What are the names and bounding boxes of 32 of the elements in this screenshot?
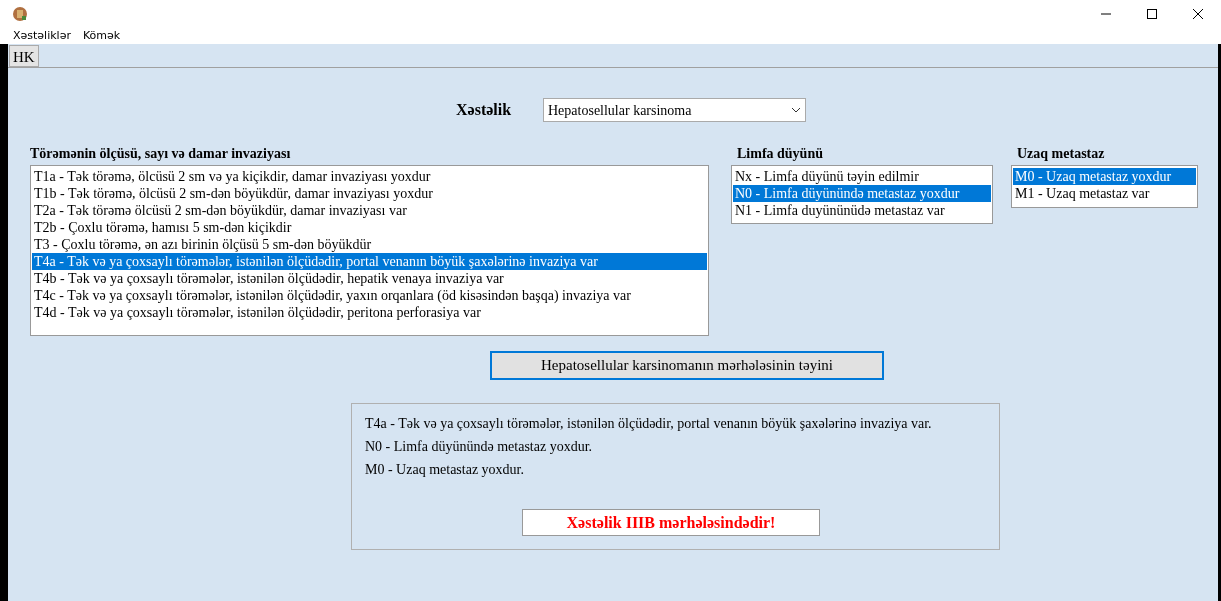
- disease-dropdown[interactable]: Hepatosellular karsinoma: [543, 98, 806, 122]
- result-line: M0 - Uzaq metastaz yoxdur.: [365, 461, 525, 479]
- menu-item[interactable]: Kömək: [82, 27, 121, 45]
- tab[interactable]: HK: [9, 45, 39, 67]
- list-item[interactable]: T1a - Tək törəmə, ölcüsü 2 sm və ya kiçikdir, damar invaziyası yoxdur: [32, 168, 707, 185]
- close-icon[interactable]: [1192, 8, 1204, 20]
- stage-result: Xəstəlik IIIB mərhələsindədir!: [522, 509, 820, 536]
- result-line: N0 - Limfa düyünündə metastaz yoxdur.: [365, 438, 594, 456]
- list-item[interactable]: T2a - Tək törəmə ölcüsü 2 sm-dən böyükdür, damar invaziyası var: [32, 202, 707, 219]
- list-item[interactable]: Nx - Limfa düyünü təyin edilmir: [733, 168, 991, 185]
- list-item[interactable]: N0 - Limfa düyünündə metastaz yoxdur: [733, 185, 991, 202]
- chevron-icon: [791, 107, 801, 113]
- menu-item[interactable]: Xəstəliklər: [13, 27, 71, 45]
- list-item[interactable]: T4a - Tək və ya çoxsaylı törəmələr, istənilən ölçüdədir, portal venanın böyük şaxələrinə invaziya var: [32, 253, 707, 270]
- dropdown-value: Hepatosellular karsinoma: [548, 101, 692, 120]
- maximize-icon[interactable]: [1146, 8, 1158, 20]
- disease-label: Xəstəlik: [456, 100, 513, 120]
- result-line: T4a - Tək və ya çoxsaylı törəmələr, istənilən ölçüdədir, portal venanın böyük şaxələrinə invaziya var.: [365, 415, 933, 433]
- list-item[interactable]: M0 - Uzaq metastaz yoxdur: [1013, 168, 1196, 185]
- app-icon: [12, 6, 28, 22]
- list-item[interactable]: T4d - Tək və ya çoxsaylı törəmələr, istənilən ölçüdədir, peritona perforasiya var: [32, 304, 707, 321]
- list-heading: Limfa düyünü: [736, 145, 824, 163]
- determine-stage-button[interactable]: Hepatosellular karsinomanın mərhələsinin təyini: [490, 351, 884, 380]
- list-item[interactable]: T3 - Çoxlu törəmə, ən azı birinin ölçüsü 5 sm-dən böyükdür: [32, 236, 707, 253]
- list-heading: Uzaq metastaz: [1016, 145, 1106, 163]
- list-item[interactable]: T4b - Tək və ya çoxsaylı törəmələr, istənilən ölçüdədir, hepatik venaya invaziya var: [32, 270, 707, 287]
- list-item[interactable]: T2b - Çoxlu törəmə, hamısı 5 sm-dən kiçikdir: [32, 219, 707, 236]
- list-heading: Törəmənin ölçüsü, sayı və damar invaziyası: [30, 145, 292, 163]
- list-item[interactable]: M1 - Uzaq metastaz var: [1013, 185, 1196, 202]
- list-item[interactable]: N1 - Limfa duyününüdə metastaz var: [733, 202, 991, 219]
- list-item[interactable]: T4c - Tək və ya çoxsaylı törəmələr, istənilən ölçüdədir, yaxın orqanlara (öd kisəsindən başqa) invaziya var: [32, 287, 707, 304]
- list-item[interactable]: T1b - Tək törəmə, ölcüsü 2 sm-dən böyükdür, damar invaziyası yoxdur: [32, 185, 707, 202]
